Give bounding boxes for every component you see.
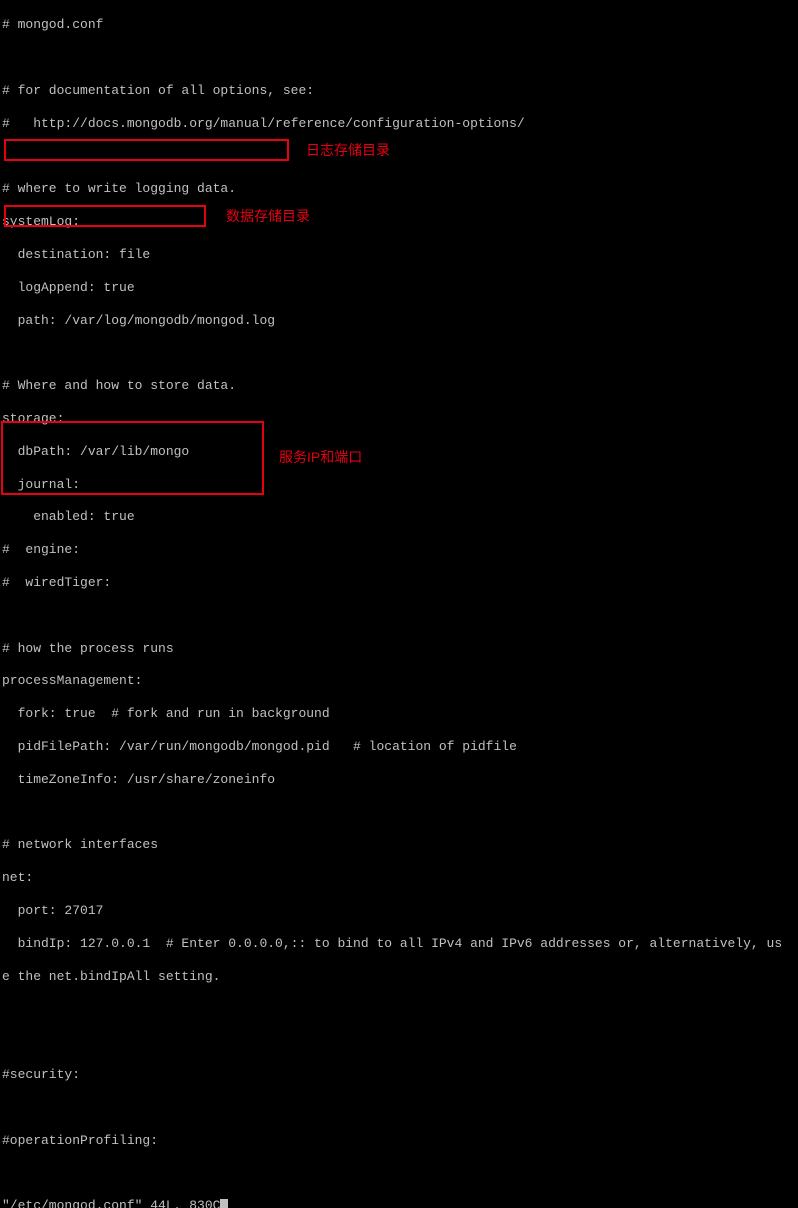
terminal-output: # mongod.conf # for documentation of all… [2, 1, 798, 1208]
config-line: # where to write logging data. [2, 181, 798, 197]
config-line: timeZoneInfo: /usr/share/zoneinfo [2, 772, 798, 788]
cursor-icon [220, 1199, 228, 1208]
config-line: fork: true # fork and run in background [2, 706, 798, 722]
config-line [2, 608, 798, 624]
config-line: #security: [2, 1067, 798, 1083]
config-line [2, 1100, 798, 1116]
config-line: pidFilePath: /var/run/mongodb/mongod.pid… [2, 739, 798, 755]
config-line [2, 149, 798, 165]
config-line [2, 345, 798, 361]
config-line: bindIp: 127.0.0.1 # Enter 0.0.0.0,:: to … [2, 936, 798, 952]
config-line: #operationProfiling: [2, 1133, 798, 1149]
config-line: # engine: [2, 542, 798, 558]
config-line: path: /var/log/mongodb/mongod.log [2, 313, 798, 329]
config-line: enabled: true [2, 509, 798, 525]
config-line [2, 1034, 798, 1050]
config-line: destination: file [2, 247, 798, 263]
config-line: logAppend: true [2, 280, 798, 296]
config-line: processManagement: [2, 673, 798, 689]
config-line [2, 1165, 798, 1181]
config-line: # http://docs.mongodb.org/manual/referen… [2, 116, 798, 132]
config-line [2, 805, 798, 821]
config-line: dbPath: /var/lib/mongo [2, 444, 798, 460]
config-line [2, 1001, 798, 1017]
config-line: # how the process runs [2, 641, 798, 657]
config-line: e the net.bindIpAll setting. [2, 969, 798, 985]
status-line: "/etc/mongod.conf" 44L, 830C [2, 1198, 798, 1208]
config-line [2, 50, 798, 66]
config-line: # for documentation of all options, see: [2, 83, 798, 99]
config-line: # wiredTiger: [2, 575, 798, 591]
config-line: # network interfaces [2, 837, 798, 853]
config-line: # mongod.conf [2, 17, 798, 33]
config-line: storage: [2, 411, 798, 427]
config-line: net: [2, 870, 798, 886]
config-line: journal: [2, 477, 798, 493]
config-line: # Where and how to store data. [2, 378, 798, 394]
config-line: port: 27017 [2, 903, 798, 919]
config-line: systemLog: [2, 214, 798, 230]
